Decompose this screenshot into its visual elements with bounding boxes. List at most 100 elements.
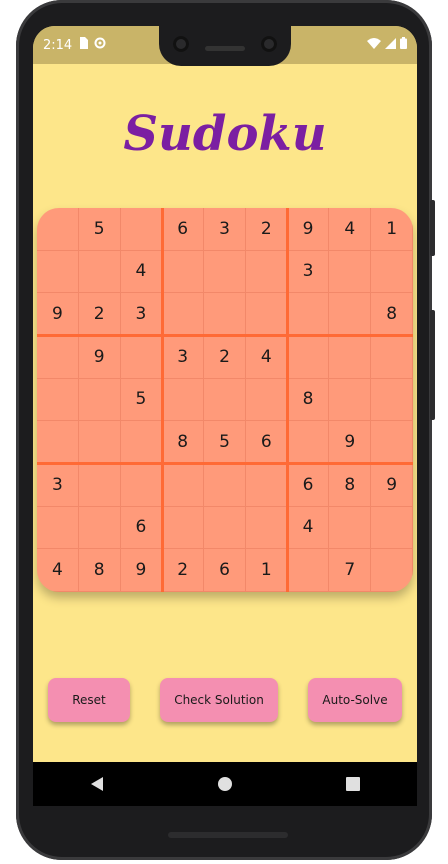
sudoku-cell[interactable] bbox=[162, 464, 205, 507]
sudoku-cell[interactable] bbox=[245, 250, 288, 294]
sudoku-cell[interactable] bbox=[78, 506, 121, 550]
sudoku-cell[interactable] bbox=[78, 250, 121, 294]
sudoku-cell[interactable]: 6 bbox=[120, 506, 163, 550]
check-solution-button[interactable]: Check Solution bbox=[160, 678, 278, 722]
sudoku-cell[interactable]: 8 bbox=[371, 293, 413, 336]
sudoku-cell[interactable]: 4 bbox=[37, 549, 79, 592]
sudoku-cell[interactable] bbox=[371, 378, 413, 422]
sudoku-cell[interactable] bbox=[204, 250, 246, 294]
sudoku-cell[interactable] bbox=[120, 464, 163, 507]
sudoku-cell[interactable]: 1 bbox=[371, 208, 413, 251]
sudoku-cell[interactable]: 9 bbox=[120, 549, 163, 592]
sudoku-cell[interactable] bbox=[329, 378, 372, 422]
sudoku-cell[interactable] bbox=[245, 378, 288, 422]
sudoku-cell[interactable]: 3 bbox=[37, 464, 79, 507]
sudoku-cell[interactable]: 9 bbox=[78, 336, 121, 379]
sudoku-cell[interactable]: 4 bbox=[120, 250, 163, 294]
wifi-icon bbox=[367, 37, 381, 53]
sudoku-cell[interactable] bbox=[37, 421, 79, 464]
sudoku-cell[interactable] bbox=[287, 421, 330, 464]
app-title: Sudoku bbox=[123, 106, 327, 162]
sudoku-cell[interactable] bbox=[37, 506, 79, 550]
sudoku-cell[interactable]: 4 bbox=[329, 208, 372, 251]
sudoku-cell[interactable] bbox=[162, 293, 205, 336]
sudoku-cell[interactable]: 8 bbox=[329, 464, 372, 507]
sudoku-cell[interactable]: 9 bbox=[329, 421, 372, 464]
sudoku-cell[interactable]: 3 bbox=[204, 208, 246, 251]
sudoku-cell[interactable] bbox=[371, 506, 413, 550]
sudoku-cell[interactable] bbox=[37, 336, 79, 379]
sudoku-cell[interactable] bbox=[37, 378, 79, 422]
sudoku-cell[interactable]: 9 bbox=[371, 464, 413, 507]
camera-notch bbox=[159, 26, 291, 66]
sudoku-cell[interactable] bbox=[162, 506, 205, 550]
status-time: 2:14 bbox=[43, 37, 73, 53]
sudoku-cell[interactable]: 6 bbox=[162, 208, 205, 251]
sudoku-cell[interactable] bbox=[329, 336, 372, 379]
block-divider-vertical-1 bbox=[161, 208, 164, 592]
sudoku-cell[interactable] bbox=[329, 250, 372, 294]
sudoku-cell[interactable] bbox=[371, 421, 413, 464]
sudoku-cell[interactable] bbox=[329, 506, 372, 550]
sudoku-cell[interactable] bbox=[245, 464, 288, 507]
volume-button bbox=[430, 310, 435, 420]
recents-icon[interactable] bbox=[331, 777, 375, 791]
sudoku-cell[interactable] bbox=[287, 293, 330, 336]
sudoku-cell[interactable] bbox=[245, 293, 288, 336]
sudoku-cell[interactable] bbox=[329, 293, 372, 336]
sudoku-cell[interactable] bbox=[245, 506, 288, 550]
sudoku-cell[interactable] bbox=[162, 250, 205, 294]
sudoku-cell[interactable] bbox=[78, 421, 121, 464]
sudoku-cell[interactable]: 6 bbox=[245, 421, 288, 464]
sudoku-cell[interactable] bbox=[287, 549, 330, 592]
sudoku-cell[interactable] bbox=[371, 250, 413, 294]
sudoku-cell[interactable] bbox=[371, 336, 413, 379]
sudoku-cell[interactable] bbox=[371, 549, 413, 592]
block-divider-horizontal-2 bbox=[37, 462, 413, 465]
battery-icon bbox=[400, 37, 407, 53]
sudoku-cell[interactable]: 4 bbox=[287, 506, 330, 550]
sudoku-cell[interactable]: 3 bbox=[162, 336, 205, 379]
sudoku-cell[interactable] bbox=[204, 378, 246, 422]
sudoku-cell[interactable] bbox=[37, 208, 79, 251]
sudoku-cell[interactable]: 2 bbox=[78, 293, 121, 336]
sudoku-cell[interactable] bbox=[78, 378, 121, 422]
home-icon[interactable] bbox=[203, 776, 247, 792]
sync-icon bbox=[94, 37, 106, 53]
sudoku-cell[interactable]: 1 bbox=[245, 549, 288, 592]
sudoku-cell[interactable] bbox=[287, 336, 330, 379]
sudoku-cell[interactable]: 9 bbox=[287, 208, 330, 251]
sudoku-cell[interactable]: 8 bbox=[78, 549, 121, 592]
auto-solve-button[interactable]: Auto-Solve bbox=[308, 678, 402, 722]
sudoku-cell[interactable] bbox=[162, 378, 205, 422]
sudoku-cell[interactable]: 9 bbox=[37, 293, 79, 336]
block-divider-vertical-2 bbox=[286, 208, 289, 592]
sudoku-cell[interactable]: 3 bbox=[120, 293, 163, 336]
sudoku-cell[interactable]: 4 bbox=[245, 336, 288, 379]
signal-icon bbox=[385, 37, 396, 53]
sudoku-cell[interactable] bbox=[120, 336, 163, 379]
sudoku-cell[interactable]: 8 bbox=[287, 378, 330, 422]
sudoku-cell[interactable]: 6 bbox=[204, 549, 246, 592]
sudoku-cell[interactable]: 2 bbox=[204, 336, 246, 379]
sudoku-cell[interactable]: 2 bbox=[162, 549, 205, 592]
sudoku-cell[interactable]: 8 bbox=[162, 421, 205, 464]
block-divider-horizontal-1 bbox=[37, 334, 413, 337]
sudoku-cell[interactable]: 5 bbox=[204, 421, 246, 464]
reset-button[interactable]: Reset bbox=[48, 678, 130, 722]
sudoku-cell[interactable] bbox=[120, 208, 163, 251]
back-icon[interactable] bbox=[75, 776, 119, 792]
sudoku-cell[interactable] bbox=[204, 293, 246, 336]
sudoku-cell[interactable] bbox=[37, 250, 79, 294]
sudoku-cell[interactable]: 5 bbox=[120, 378, 163, 422]
sudoku-cell[interactable]: 7 bbox=[329, 549, 372, 592]
sudoku-cell[interactable] bbox=[78, 464, 121, 507]
sudoku-cell[interactable]: 3 bbox=[287, 250, 330, 294]
sudoku-cell[interactable]: 6 bbox=[287, 464, 330, 507]
sudoku-cell[interactable] bbox=[120, 421, 163, 464]
sudoku-cell[interactable] bbox=[204, 506, 246, 550]
sudoku-cell[interactable]: 5 bbox=[78, 208, 121, 251]
sudoku-cell[interactable] bbox=[204, 464, 246, 507]
sudoku-cell[interactable]: 2 bbox=[245, 208, 288, 251]
sudoku-board: 563294143923893245885693689644892617 bbox=[37, 208, 413, 592]
